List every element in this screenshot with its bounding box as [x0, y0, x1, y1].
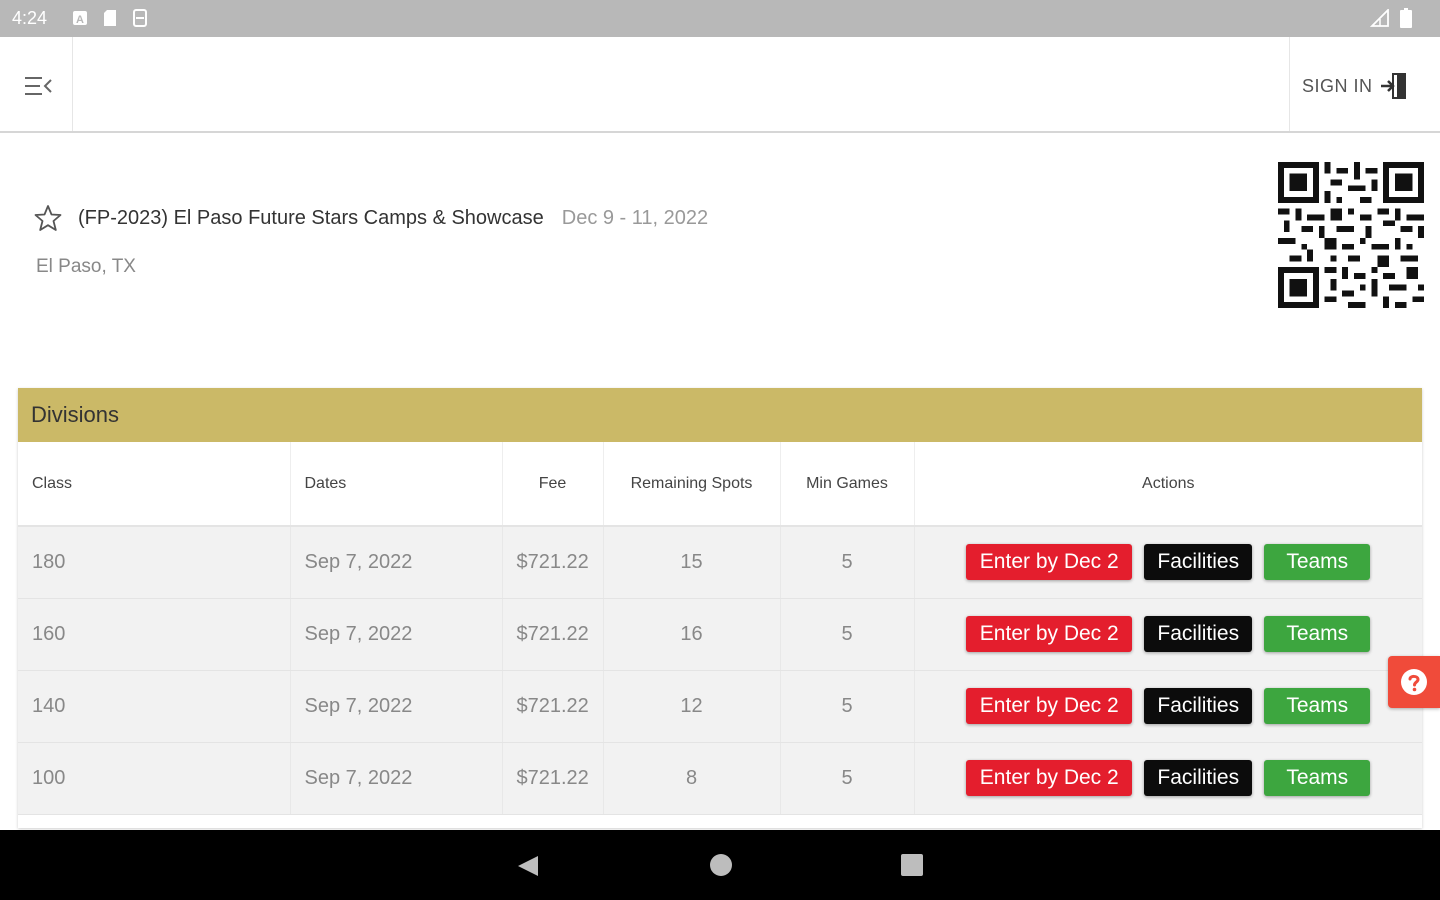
cell-actions: Enter by Dec 2 Facilities Teams — [914, 742, 1422, 815]
help-button[interactable] — [1388, 656, 1440, 708]
cell-fee: $721.22 — [502, 598, 604, 671]
teams-button[interactable]: Teams — [1264, 616, 1371, 652]
divisions-card: Divisions Class Dates Fee Remaining Spot… — [18, 388, 1422, 828]
svg-text:A: A — [76, 14, 84, 26]
sign-in-area: SIGN IN — [1289, 37, 1440, 131]
facilities-button[interactable]: Facilities — [1144, 688, 1253, 724]
facilities-button[interactable]: Facilities — [1144, 616, 1253, 652]
facilities-button[interactable]: Facilities — [1144, 760, 1253, 796]
enter-button[interactable]: Enter by Dec 2 — [966, 616, 1133, 652]
enter-button[interactable]: Enter by Dec 2 — [966, 544, 1133, 581]
sign-in-button[interactable]: SIGN IN — [1302, 71, 1409, 101]
col-header-fee: Fee — [502, 442, 604, 527]
table-header-row: Class Dates Fee Remaining Spots Min Game… — [18, 442, 1422, 527]
col-header-class: Class — [18, 442, 291, 527]
cell-actions: Enter by Dec 2 Facilities Teams — [914, 598, 1422, 671]
event-location: El Paso, TX — [36, 256, 136, 277]
qr-code — [1278, 162, 1424, 308]
cell-remaining: 16 — [603, 598, 781, 671]
event-title-row: (FP-2023) El Paso Future Stars Camps & S… — [34, 204, 708, 232]
cell-remaining: 12 — [603, 670, 781, 743]
back-triangle-icon[interactable] — [516, 854, 540, 878]
help-circle-icon — [1401, 669, 1427, 695]
teams-button[interactable]: Teams — [1264, 760, 1371, 796]
cell-actions: Enter by Dec 2 Facilities Teams — [914, 670, 1422, 743]
col-header-min-games: Min Games — [780, 442, 915, 527]
menu-button[interactable] — [0, 37, 73, 131]
battery-icon — [1400, 8, 1412, 28]
cell-date: Sep 7, 2022 — [290, 670, 503, 743]
cell-remaining: 15 — [603, 526, 781, 599]
event-dates: Dec 9 - 11, 2022 — [561, 206, 709, 229]
col-header-actions: Actions — [914, 442, 1422, 527]
cell-fee: $721.22 — [502, 526, 604, 599]
login-icon — [1380, 73, 1406, 99]
cell-remaining: 8 — [603, 742, 781, 815]
system-nav-bar — [0, 830, 1440, 900]
cell-class: 180 — [18, 526, 291, 599]
cell-class: 160 — [18, 598, 291, 671]
status-bar: 4:24 A — [0, 0, 1440, 37]
cell-class: 140 — [18, 670, 291, 743]
app-bar: SIGN IN — [0, 37, 1440, 133]
table-row: 100 Sep 7, 2022 $721.22 8 5 Enter by Dec… — [18, 742, 1422, 815]
facilities-button[interactable]: Facilities — [1144, 544, 1253, 581]
cell-date: Sep 7, 2022 — [290, 742, 503, 815]
menu-collapse-icon — [25, 77, 52, 95]
teams-button[interactable]: Teams — [1264, 688, 1371, 724]
col-header-remaining: Remaining Spots — [603, 442, 781, 527]
notification-a-icon: A — [73, 11, 87, 26]
cell-fee: $721.22 — [502, 742, 604, 815]
table-row: 180 Sep 7, 2022 $721.22 15 5 Enter by De… — [18, 526, 1422, 599]
cell-date: Sep 7, 2022 — [290, 526, 503, 599]
sign-in-label: SIGN IN — [1302, 75, 1373, 96]
sd-card-icon — [104, 10, 116, 26]
enter-button[interactable]: Enter by Dec 2 — [966, 760, 1133, 796]
cell-actions: Enter by Dec 2 Facilities Teams — [914, 526, 1422, 599]
star-outline-icon[interactable] — [34, 204, 62, 232]
table-row: 160 Sep 7, 2022 $721.22 16 5 Enter by De… — [18, 598, 1422, 671]
cell-min-games: 5 — [780, 742, 915, 815]
enter-button[interactable]: Enter by Dec 2 — [966, 688, 1133, 724]
home-circle-icon[interactable] — [708, 852, 734, 878]
table-row: 140 Sep 7, 2022 $721.22 12 5 Enter by De… — [18, 670, 1422, 743]
recents-square-icon[interactable] — [900, 853, 924, 877]
signal-icon — [1370, 9, 1389, 27]
sync-icon — [133, 9, 147, 27]
teams-button[interactable]: Teams — [1264, 544, 1371, 581]
cell-min-games: 5 — [780, 526, 915, 599]
cell-fee: $721.22 — [502, 670, 604, 743]
col-header-dates: Dates — [290, 442, 503, 527]
event-name: (FP-2023) El Paso Future Stars Camps & S… — [78, 206, 544, 229]
cell-date: Sep 7, 2022 — [290, 598, 503, 671]
divisions-title: Divisions — [18, 388, 1422, 442]
cell-min-games: 5 — [780, 670, 915, 743]
status-time: 4:24 — [12, 8, 48, 28]
cell-class: 100 — [18, 742, 291, 815]
divisions-table: Class Dates Fee Remaining Spots Min Game… — [18, 442, 1422, 815]
cell-min-games: 5 — [780, 598, 915, 671]
